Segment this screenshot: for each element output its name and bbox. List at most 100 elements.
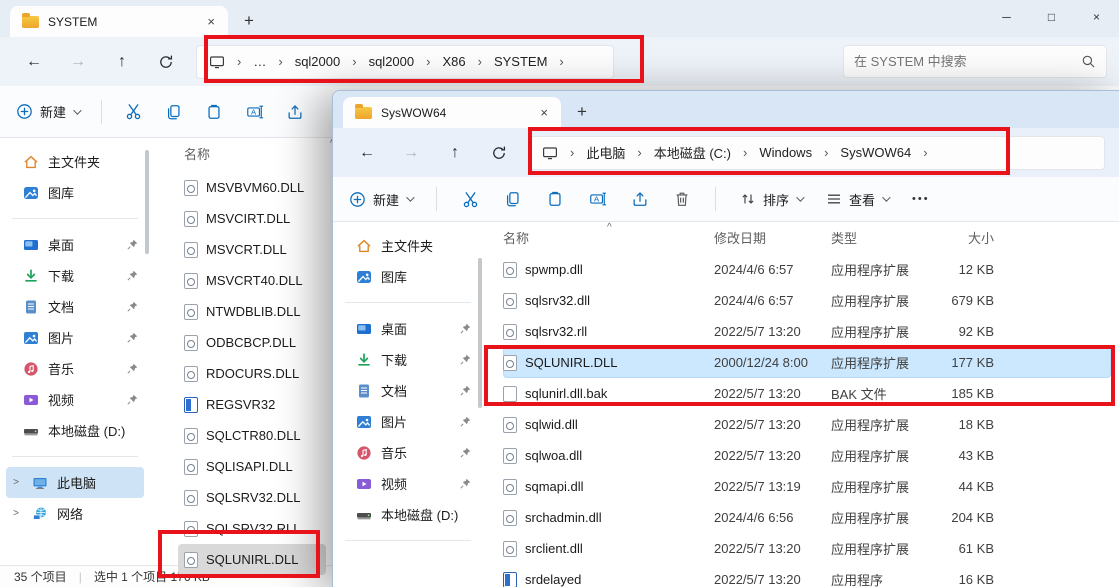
forward-button[interactable]: → — [389, 144, 433, 162]
file-row[interactable]: sqlunirl.dll.bak 2022/5/7 13:20 BAK 文件 1… — [503, 378, 1119, 409]
sidebar-item-gallery[interactable]: 图库 — [339, 261, 477, 292]
sort-ascending-icon: ^ — [607, 222, 612, 233]
sidebar-item-music[interactable]: 音乐 — [6, 353, 144, 384]
sidebar-item-home[interactable]: 主文件夹 — [6, 146, 144, 177]
copy-button[interactable] — [165, 103, 183, 121]
file-row[interactable]: REGSVR32 — [178, 389, 326, 420]
close-button[interactable]: × — [1074, 0, 1119, 34]
file-row[interactable]: sqlsrv32.dll 2024/4/6 6:57 应用程序扩展 679 KB — [503, 285, 1119, 316]
breadcrumb[interactable]: › 此电脑 › 本地磁盘 (C:) › Windows › SysWOW64 › — [529, 136, 1105, 170]
sidebar-scrollbar[interactable] — [478, 258, 482, 408]
sidebar-item-pictures[interactable]: 图片 — [6, 322, 144, 353]
file-row[interactable]: srdelayed 2022/5/7 13:20 应用程序 16 KB — [503, 564, 1119, 587]
sidebar-item-downloads[interactable]: 下载 — [6, 260, 144, 291]
crumb-windows[interactable]: Windows — [759, 145, 812, 160]
file-row[interactable]: SQLSRV32.DLL — [178, 482, 326, 513]
sidebar-scrollbar[interactable] — [145, 150, 149, 254]
refresh-icon[interactable] — [144, 54, 188, 70]
sort-button[interactable]: 排序 — [740, 190, 802, 209]
sidebar-item-home[interactable]: 主文件夹 — [339, 230, 477, 261]
sidebar-item-network[interactable]: > 网络 — [6, 498, 144, 529]
crumb-sql2000-2[interactable]: sql2000 — [369, 54, 415, 69]
expand-icon[interactable]: > — [10, 477, 22, 488]
sidebar-item-this-pc[interactable]: > 此电脑 — [6, 467, 144, 498]
sidebar-item-desktop[interactable]: 桌面 — [6, 229, 144, 260]
crumb-syswow64[interactable]: SysWOW64 — [840, 145, 911, 160]
up-button[interactable]: ↑ — [100, 53, 144, 71]
tab-system[interactable]: SYSTEM × — [10, 6, 228, 37]
file-row[interactable]: sqlwoa.dll 2022/5/7 13:20 应用程序扩展 43 KB — [503, 440, 1119, 471]
column-header-name[interactable]: 名称 ^ — [184, 142, 336, 164]
column-header-size[interactable]: 大小 — [936, 228, 994, 247]
new-tab-button[interactable]: + — [244, 12, 254, 29]
file-row[interactable]: MSVCRT.DLL — [178, 234, 326, 265]
new-button[interactable]: 新建 — [16, 102, 79, 121]
crumb-sql2000[interactable]: sql2000 — [295, 54, 341, 69]
sidebar-item-documents[interactable]: 文档 — [6, 291, 144, 322]
file-row[interactable]: SQLISAPI.DLL — [178, 451, 326, 482]
breadcrumb[interactable]: › … › sql2000 › sql2000 › X86 › SYSTEM › — [196, 45, 614, 79]
crumb-system[interactable]: SYSTEM — [494, 54, 547, 69]
search-input[interactable] — [854, 54, 1073, 69]
file-row[interactable]: ODBCBCP.DLL — [178, 327, 326, 358]
file-type: 应用程序扩展 — [831, 508, 936, 527]
file-row[interactable]: SQLSRV32.RLL — [178, 513, 326, 544]
forward-button[interactable]: → — [56, 53, 100, 71]
sidebar-item-downloads[interactable]: 下载 — [339, 344, 477, 375]
tab-close-icon[interactable]: × — [535, 105, 553, 120]
file-row-selected[interactable]: SQLUNIRL.DLL — [178, 544, 326, 575]
share-button[interactable] — [286, 103, 304, 121]
refresh-icon[interactable] — [477, 145, 521, 161]
search-box[interactable] — [843, 45, 1107, 78]
rename-button[interactable]: A — [245, 103, 264, 121]
delete-button[interactable] — [673, 190, 691, 208]
tab-syswow64[interactable]: SysWOW64 × — [343, 97, 561, 128]
minimize-button[interactable]: ─ — [984, 0, 1029, 34]
sidebar-item-drive-d[interactable]: 本地磁盘 (D:) — [6, 415, 144, 446]
column-header-type[interactable]: 类型 — [831, 228, 936, 247]
file-row[interactable]: srchadmin.dll 2024/4/6 6:56 应用程序扩展 204 K… — [503, 502, 1119, 533]
new-tab-button[interactable]: + — [577, 103, 587, 120]
file-row[interactable]: SQLCTR80.DLL — [178, 420, 326, 451]
paste-button[interactable] — [205, 103, 223, 121]
up-button[interactable]: ↑ — [433, 144, 477, 162]
back-button[interactable]: ← — [12, 53, 56, 71]
sidebar-item-documents[interactable]: 文档 — [339, 375, 477, 406]
cut-button[interactable] — [124, 102, 143, 121]
sidebar-item-music[interactable]: 音乐 — [339, 437, 477, 468]
sidebar-item-videos[interactable]: 视频 — [6, 384, 144, 415]
sidebar-item-desktop[interactable]: 桌面 — [339, 313, 477, 344]
crumb-ellipsis[interactable]: … — [253, 54, 266, 69]
cut-button[interactable] — [461, 190, 480, 209]
new-button[interactable]: 新建 — [349, 190, 412, 209]
sidebar-item-videos[interactable]: 视频 — [339, 468, 477, 499]
file-row[interactable]: RDOCURS.DLL — [178, 358, 326, 389]
more-button[interactable]: ••• — [912, 193, 930, 205]
file-row[interactable]: srclient.dll 2022/5/7 13:20 应用程序扩展 61 KB — [503, 533, 1119, 564]
share-button[interactable] — [631, 190, 649, 208]
crumb-this-pc[interactable]: 此电脑 — [586, 143, 625, 162]
file-row[interactable]: MSVCRT40.DLL — [178, 265, 326, 296]
crumb-x86[interactable]: X86 — [442, 54, 465, 69]
file-row[interactable]: sqlwid.dll 2022/5/7 13:20 应用程序扩展 18 KB — [503, 409, 1119, 440]
file-row[interactable]: sqmapi.dll 2022/5/7 13:19 应用程序扩展 44 KB — [503, 471, 1119, 502]
file-row[interactable]: spwmp.dll 2024/4/6 6:57 应用程序扩展 12 KB — [503, 254, 1119, 285]
file-row[interactable]: NTWDBLIB.DLL — [178, 296, 326, 327]
tab-close-icon[interactable]: × — [202, 14, 220, 29]
file-row[interactable]: MSVBVM60.DLL — [178, 172, 326, 203]
file-row[interactable]: sqlsrv32.rll 2022/5/7 13:20 应用程序扩展 92 KB — [503, 316, 1119, 347]
column-header-date[interactable]: 修改日期 — [714, 228, 831, 247]
back-button[interactable]: ← — [345, 144, 389, 162]
sidebar-item-pictures[interactable]: 图片 — [339, 406, 477, 437]
file-row[interactable]: MSVCIRT.DLL — [178, 203, 326, 234]
file-row-selected[interactable]: SQLUNIRL.DLL 2000/12/24 8:00 应用程序扩展 177 … — [503, 347, 1111, 378]
expand-icon[interactable]: > — [10, 508, 22, 519]
rename-button[interactable]: A — [588, 190, 607, 208]
copy-button[interactable] — [504, 190, 522, 208]
sidebar-item-gallery[interactable]: 图库 — [6, 177, 144, 208]
paste-button[interactable] — [546, 190, 564, 208]
view-button[interactable]: 查看 — [826, 190, 888, 209]
maximize-button[interactable]: □ — [1029, 0, 1074, 34]
sidebar-item-drive-d[interactable]: 本地磁盘 (D:) — [339, 499, 477, 530]
crumb-drive-c[interactable]: 本地磁盘 (C:) — [654, 143, 731, 162]
